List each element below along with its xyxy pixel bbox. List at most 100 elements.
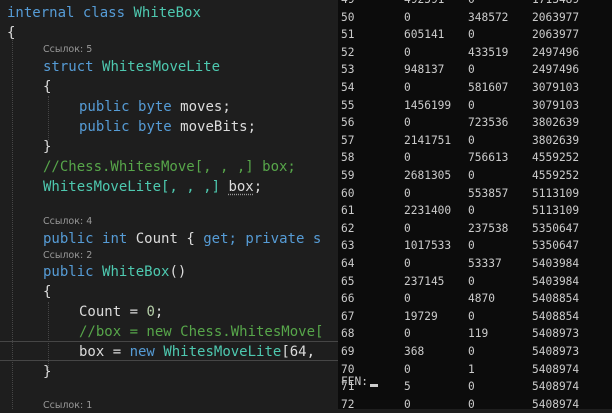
comment: //Chess.WhitesMove[, , ,] box; [43,159,296,175]
type-name: WhitesMoveLite [163,344,282,360]
console-cell: 52 [341,45,355,59]
struct-declaration[interactable]: struct WhitesMoveLite [43,57,220,77]
console-cell: 5113109 [532,204,580,218]
console-cell: 0 [404,151,411,165]
console-cell: 237145 [404,274,445,288]
field-movebits[interactable]: public byte moveBits; [79,117,256,137]
console-cell: 2681305 [404,169,452,182]
console-cell: 5408974 [532,362,580,376]
console-cell: 0 [468,345,475,358]
text-cursor [369,384,378,387]
box-assignment[interactable]: box = new WhitesMoveLite[64, [79,342,315,362]
brace-line[interactable]: { [43,282,51,302]
console-cell: 2497496 [532,63,580,77]
console-cell: 553857 [468,186,509,200]
console-cell: 0 [468,169,475,182]
console-cell: 5408974 [532,397,580,409]
console-cell: 55 [341,98,355,112]
console-cell: 0 [404,186,411,200]
console-cell: 5350647 [532,221,580,235]
console-cell: 723536 [468,116,509,130]
count-assignment[interactable]: Count = 0; [79,302,163,322]
console-cell: 0 [404,221,411,235]
console-cell: 581607 [468,81,509,94]
keyword: class [82,5,126,21]
console-cell: 5408973 [532,327,580,341]
keyword: internal [7,5,75,21]
console-window[interactable]: 4949259101713489500348572206397751605141… [338,0,612,409]
keyword: public [43,264,94,280]
semicolon: ; [154,304,164,320]
console-cell: 61 [341,204,355,218]
console-cell: 2141751 [404,133,452,147]
comment-line[interactable]: //box = new Chess.WhitesMove[ [79,322,323,342]
codelens-references[interactable]: Ссылок: 4 [43,215,92,229]
console-cell: 0 [404,45,411,59]
console-cell: 0 [468,397,475,409]
console-cell: 5113109 [532,186,580,200]
keyword: get; [203,231,237,247]
keyword: s [312,231,322,247]
console-cell: 54 [341,81,355,94]
keyword: public [79,99,130,115]
identifier: moves; [180,99,231,115]
console-cell: 19729 [404,309,438,323]
fen-prompt-line[interactable]: FEN: [341,375,378,389]
console-cell: 0 [468,204,475,218]
keyword: byte [138,119,172,135]
brace-line[interactable]: } [43,137,51,157]
keyword: public [43,231,94,247]
identifier: box [228,179,254,195]
console-cell: 3802639 [532,133,580,147]
parens: () [169,264,187,280]
console-cell: 53 [341,63,355,77]
console-cell: 0 [404,81,411,94]
console-cell: 0 [468,309,475,323]
console-cell: 5403984 [532,257,580,270]
console-cell: 56 [341,116,355,130]
console-cell: 1713489 [532,0,579,7]
field-moves[interactable]: public byte moves; [79,97,231,117]
brace-line[interactable]: { [7,23,15,43]
console-cell: 0 [404,327,411,341]
console-cell: 368 [404,345,425,358]
console-cell: 2063977 [532,28,580,42]
brace-line[interactable]: { [43,77,51,97]
class-declaration[interactable]: internal class WhiteBox [7,3,201,23]
console-cell: 237538 [468,221,509,235]
console-cell: 756613 [468,151,509,165]
console-cell: 0 [468,98,475,112]
comment: //box = new Chess.WhitesMove[ [79,324,324,340]
comment-line[interactable]: //Chess.WhitesMove[, , ,] box; [43,157,296,177]
number-literal: 0 [146,304,155,320]
codelens-references[interactable]: Ссылок: 2 [43,249,92,263]
console-cell: 5 [404,380,411,394]
console-cell: 58 [341,151,355,165]
semicolon: ; [253,179,263,195]
count-property[interactable]: public int Count { get; private s [43,229,321,249]
console-cell: 60 [341,186,355,200]
keyword: byte [138,99,172,115]
console-cell: 3079103 [532,98,580,112]
codelens-references[interactable]: Ссылок: 5 [43,43,92,57]
console-cell: 66 [341,292,355,306]
struct-name: WhitesMoveLite [102,59,221,75]
console-cell: 67 [341,309,355,323]
identifier: moveBits; [180,119,257,135]
constructor-declaration[interactable]: public WhiteBox() [43,262,186,282]
box-field[interactable]: WhitesMoveLite[, , ,] box; [43,177,262,197]
console-cell: 0 [404,397,411,409]
console-cell: 5408854 [532,292,580,306]
console-cell: 5350647 [532,239,580,253]
console-cell: 64 [341,257,355,270]
keyword: new [129,344,155,360]
console-cell: 1017533 [404,239,452,253]
fen-prompt: FEN: [341,375,368,388]
codelens-references[interactable]: Ссылок: 1 [43,399,92,413]
console-cell: 348572 [468,10,509,24]
brace-line[interactable]: } [43,362,51,382]
type-name: WhitesMoveLite[, , ,] [43,179,221,195]
constructor-name: WhiteBox [102,264,170,280]
open-brace: { [43,79,52,95]
open-brace: { [43,284,52,300]
